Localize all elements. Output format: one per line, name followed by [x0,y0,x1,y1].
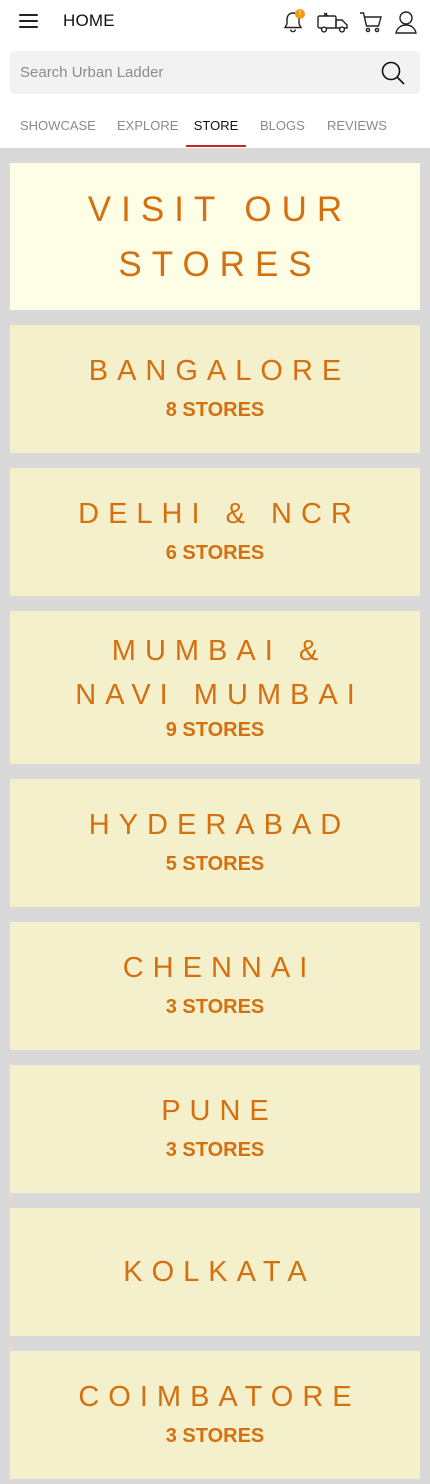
page-title: HOME [63,11,115,30]
city-name: CHENNAI [122,952,317,984]
notification-badge: ! [295,9,305,19]
search-bar [10,51,420,94]
city-name: KOLKATA [123,1256,316,1288]
city-card-coimbatore[interactable]: COIMBATORE 3 STORES [10,1351,420,1479]
city-card-bangalore[interactable]: BANGALORE 8 STORES [10,325,420,453]
delivery-truck-icon[interactable] [315,8,351,36]
store-count: 3 STORES [165,1425,265,1447]
store-count: 6 STORES [165,542,265,564]
city-card-mumbai[interactable]: MUMBAI & NAVI MUMBAI 9 STORES [10,611,420,764]
store-count: 3 STORES [165,1139,265,1161]
tab-bar: SHOWCASE EXPLORE STORE BLOGS REVIEWS [0,104,430,148]
store-count: 8 STORES [165,399,265,421]
city-name: COIMBATORE [78,1381,361,1413]
city-name: HYDERABAD [88,809,351,841]
city-card-chennai[interactable]: CHENNAI 3 STORES [10,922,420,1050]
tab-explore[interactable]: EXPLORE [117,104,178,148]
search-icon[interactable] [380,60,406,86]
store-count: 3 STORES [165,996,265,1018]
city-card-delhi-ncr[interactable]: DELHI & NCR 6 STORES [10,468,420,596]
tab-blogs[interactable]: BLOGS [260,104,305,148]
city-name: BANGALORE [88,355,351,387]
search-input[interactable] [10,51,360,94]
app-header: HOME ! [0,0,430,44]
banner-title: VISIT OUR STORES [87,189,353,284]
tab-showcase[interactable]: SHOWCASE [20,104,96,148]
cart-icon[interactable] [358,8,384,36]
city-name: DELHI & NCR [78,498,361,530]
store-count: 9 STORES [165,719,265,741]
tab-reviews[interactable]: REVIEWS [327,104,387,148]
store-count: 5 STORES [165,853,265,875]
city-name: MUMBAI & NAVI MUMBAI [75,635,364,711]
menu-icon[interactable] [19,14,38,28]
store-content: VISIT OUR STORES BANGALORE 8 STORES DELH… [0,148,430,1484]
city-card-hyderabad[interactable]: HYDERABAD 5 STORES [10,779,420,907]
notification-bell-icon[interactable]: ! [281,8,305,36]
city-card-pune[interactable]: PUNE 3 STORES [10,1065,420,1193]
city-name: PUNE [161,1095,278,1127]
visit-stores-banner: VISIT OUR STORES [10,163,420,310]
city-card-kolkata[interactable]: KOLKATA [10,1208,420,1336]
user-account-icon[interactable] [393,8,419,36]
tab-store[interactable]: STORE [186,104,246,148]
